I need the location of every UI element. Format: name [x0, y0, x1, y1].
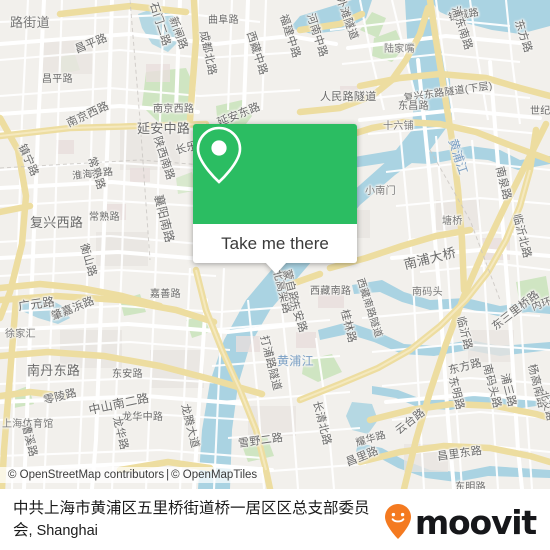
- osm-attribution[interactable]: © OpenStreetMap contributors: [8, 469, 164, 481]
- map-canvas[interactable]: 路街道 昌平路 曲阜路 石门二路 外滩隧道 银城路 浦东南路 东方路 陆家嘴 昌平路 新闸路 成都北路…: [0, 0, 550, 489]
- footer-bar: 中共上海市黄浦区五里桥街道桥一居区区总支部委员会, Shanghai moovi…: [0, 489, 550, 550]
- map-pin-icon: [196, 126, 242, 184]
- moovit-pin-icon: [384, 504, 411, 539]
- popup-header: [193, 124, 357, 224]
- place-caption: 中共上海市黄浦区五里桥街道桥一居区区总支部委员会, Shanghai: [0, 489, 383, 542]
- openmaptiles-attribution[interactable]: © OpenMapTiles: [171, 469, 257, 481]
- popup-pointer: [265, 262, 287, 274]
- map-screenshot: 路街道 昌平路 曲阜路 石门二路 外滩隧道 银城路 浦东南路 东方路 陆家嘴 昌平路 新闸路 成都北路…: [0, 0, 550, 550]
- map-attribution: © OpenStreetMap contributors | © OpenMapTi…: [0, 467, 264, 483]
- popup-action[interactable]: Take me there: [193, 224, 357, 263]
- moovit-wordmark: moovit: [414, 502, 537, 542]
- place-city: , Shanghai: [28, 523, 98, 539]
- map-popup-card[interactable]: Take me there: [193, 124, 357, 274]
- take-me-there-label: Take me there: [221, 233, 329, 253]
- moovit-logo[interactable]: moovit: [383, 489, 550, 541]
